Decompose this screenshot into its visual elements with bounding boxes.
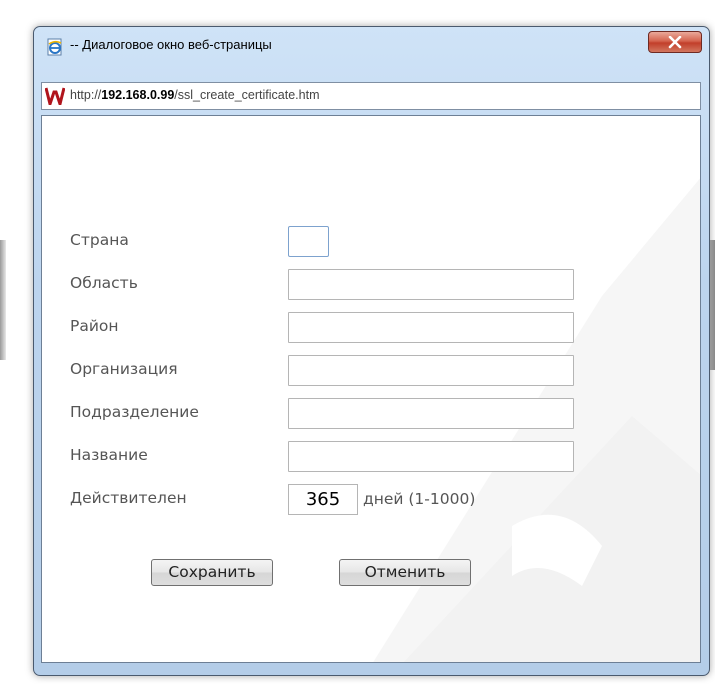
department-input[interactable] — [288, 398, 574, 429]
ie-page-icon — [46, 38, 64, 56]
address-host: 192.168.0.99 — [101, 88, 175, 102]
address-prefix: http:// — [70, 88, 102, 102]
cancel-button[interactable]: Отменить — [339, 559, 471, 586]
background-shadow-left — [0, 240, 6, 360]
name-label: Название — [70, 446, 148, 464]
valid-label: Действителен — [70, 489, 187, 507]
name-input[interactable] — [288, 441, 574, 472]
valid-days-suffix: дней (1-1000) — [363, 490, 476, 508]
region-input[interactable] — [288, 269, 574, 300]
save-button[interactable]: Сохранить — [151, 559, 273, 586]
window-title: -- Диалоговое окно веб-страницы — [70, 37, 272, 52]
address-bar[interactable]: http://192.168.0.99/ssl_create_certifica… — [41, 82, 701, 110]
title-bar: -- Диалоговое окно веб-страницы — [34, 27, 709, 64]
site-logo-icon — [44, 87, 66, 110]
close-button[interactable] — [648, 31, 702, 53]
address-path: /ssl_create_certificate.htm — [174, 88, 320, 102]
organization-input[interactable] — [288, 355, 574, 386]
close-icon — [668, 36, 682, 49]
country-label: Страна — [70, 231, 129, 249]
dialog-window: -- Диалоговое окно веб-страницы http://1… — [33, 26, 710, 676]
organization-label: Организация — [70, 360, 178, 378]
valid-days-input[interactable]: 365 — [288, 484, 358, 515]
district-label: Район — [70, 317, 119, 335]
address-url: http://192.168.0.99/ssl_create_certifica… — [70, 88, 319, 102]
district-input[interactable] — [288, 312, 574, 343]
region-label: Область — [70, 274, 138, 292]
country-input[interactable] — [288, 226, 329, 257]
department-label: Подразделение — [70, 403, 199, 421]
dialog-content: Страна Область Район Организация Подразд… — [41, 115, 701, 663]
